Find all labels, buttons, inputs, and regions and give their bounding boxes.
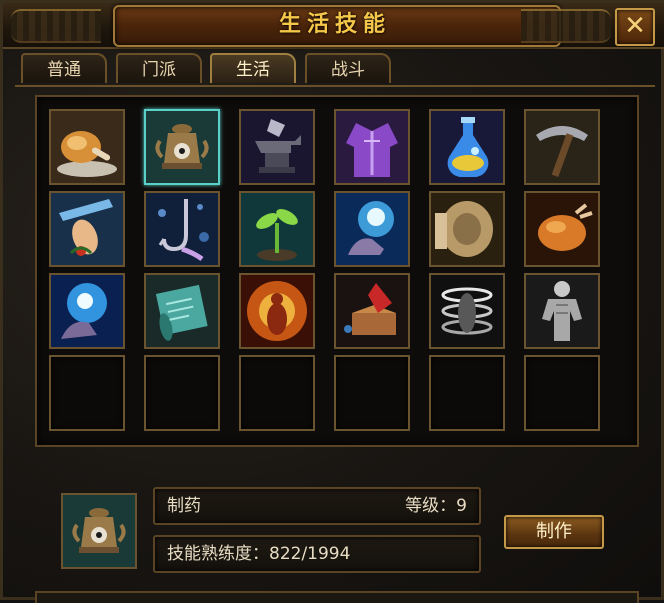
stone-mill-icon [431,193,503,265]
selected-skill-icon [61,493,137,569]
robe-icon [336,111,408,183]
empty-skill-slot [239,355,315,431]
skill-slot[interactable] [524,273,600,349]
skill-slot[interactable] [49,273,125,349]
empty-skill-slot [49,355,125,431]
skill-slot[interactable] [239,191,315,267]
bottom-panel-edge [35,591,639,603]
herb-gathering-icon [51,193,123,265]
tab-sect[interactable]: 门派 [116,53,202,83]
empty-skill-slot [334,355,410,431]
skill-slot[interactable] [334,191,410,267]
life-skills-window: 生活技能 ✕ 普通 门派 生活 战斗 制药 等级：9 技能熟练度：822/199… [0,0,664,603]
skill-slot[interactable] [144,191,220,267]
tab-normal[interactable]: 普通 [21,53,107,83]
pickaxe-icon [526,111,598,183]
skill-slot[interactable] [524,109,600,185]
tab-combat[interactable]: 战斗 [305,53,391,83]
title-bar: 生活技能 ✕ [3,3,664,49]
skill-name-box: 制药 等级：9 [153,487,481,525]
skill-slot[interactable] [429,191,505,267]
skill-slot[interactable] [239,109,315,185]
skill-slot[interactable] [239,273,315,349]
book-crafting-icon [336,275,408,347]
skill-level: 等级：9 [405,496,467,516]
proficiency-box: 技能熟练度：822/1994 [153,535,481,573]
muscle-body-icon [526,275,598,347]
skill-slot[interactable] [49,109,125,185]
white-spiral-icon [431,275,503,347]
scroll-icon [146,275,218,347]
roast-chicken-icon [51,111,123,183]
skill-slot[interactable] [334,273,410,349]
fire-meditation-icon [241,275,313,347]
skill-slot[interactable] [429,109,505,185]
blue-energy-hand-icon [51,275,123,347]
skill-grid [35,95,639,447]
blue-magic-hand-icon [336,193,408,265]
anvil-icon [241,111,313,183]
empty-skill-slot [144,355,220,431]
alchemy-furnace-icon [63,495,135,567]
potion-flask-icon [431,111,503,183]
empty-skill-slot [524,355,600,431]
make-button[interactable]: 制作 [504,515,604,549]
skill-name: 制药 [167,496,201,516]
sprout-icon [241,193,313,265]
skill-slot[interactable] [49,191,125,267]
alchemy-furnace-icon [146,111,218,183]
skill-proficiency: 技能熟练度：822/1994 [167,544,351,564]
roast-bird-icon [526,193,598,265]
window-title: 生活技能 [278,12,391,37]
skill-slot[interactable] [144,273,220,349]
tab-divider [15,85,655,87]
skill-slot[interactable] [524,191,600,267]
empty-skill-slot [429,355,505,431]
fishing-hook-icon [146,193,218,265]
skill-slot[interactable] [334,109,410,185]
skill-slot[interactable] [144,109,220,185]
close-button[interactable]: ✕ [615,8,655,46]
skill-slot[interactable] [429,273,505,349]
tab-life[interactable]: 生活 [210,53,296,83]
